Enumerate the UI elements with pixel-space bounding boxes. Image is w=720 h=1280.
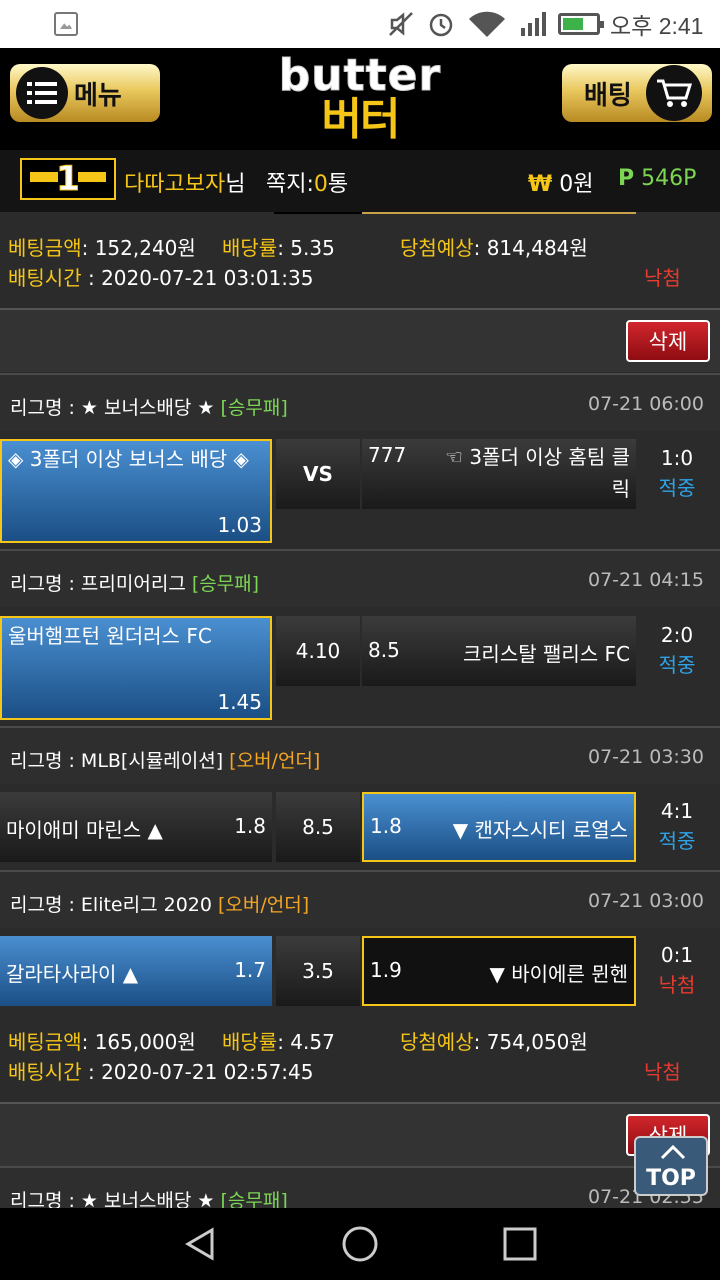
balance[interactable]: ₩ 0원: [528, 166, 594, 198]
android-nav-bar: [0, 1208, 720, 1280]
recents-icon[interactable]: [502, 1226, 538, 1262]
betslip-button[interactable]: 배팅: [562, 64, 712, 122]
handicap-cell: 3.5: [276, 936, 360, 1006]
logo[interactable]: butter 버터: [272, 53, 448, 144]
app-header: 메뉴 butter 버터 배팅: [0, 48, 720, 150]
status-bar: 오후 2:41: [0, 0, 720, 48]
league-header: 리그명 : ★ 보너스배당 ★ [승무패] 07-21 06:00: [0, 373, 720, 431]
rank-badge: 1: [20, 158, 116, 200]
bet-result: 낙첨: [644, 266, 681, 290]
chevron-up-icon: [660, 1144, 686, 1160]
home-team-cell[interactable]: 갈라타사라이 ▲ 1.7: [0, 936, 272, 1006]
mute-icon: [386, 9, 416, 39]
back-icon[interactable]: [182, 1226, 218, 1262]
username[interactable]: 다따고보자님: [124, 166, 245, 198]
score-box: 0:1 낙첨: [658, 943, 696, 997]
away-team-cell[interactable]: 8.5 크리스탈 팰리스 FC: [362, 616, 636, 686]
scroll-top-button[interactable]: TOP: [634, 1136, 708, 1196]
bet-summary: 베팅금액: 165,000원 배당률: 4.57 당첨예상: 754,050원 …: [0, 1008, 720, 1104]
league-header: 리그명 : 프리미어리그 [승무패] 07-21 04:15: [0, 549, 720, 607]
away-team-cell[interactable]: 777 ☜ 3폴더 이상 홈팀 클릭: [362, 439, 636, 509]
match-row: ◈ 3폴더 이상 보너스 배당 ◈ 1.03 VS 777 ☜ 3폴더 이상 홈…: [0, 439, 720, 543]
score-box: 2:0 적중: [658, 623, 696, 677]
handicap-cell: 8.5: [276, 792, 360, 862]
won-icon: ₩: [528, 172, 553, 197]
home-team-cell[interactable]: 울버햄프턴 원더러스 FC 1.45: [0, 616, 272, 720]
battery-icon: [558, 13, 604, 35]
bet-result: 낙첨: [644, 1060, 681, 1084]
league-header: 리그명 : MLB[시뮬레이션] [오버/언더] 07-21 03:30: [0, 726, 720, 784]
list-icon: [16, 67, 68, 119]
away-team-cell[interactable]: 1.9 ▼ 바이에른 뮌헨: [362, 936, 636, 1006]
match-row: 갈라타사라이 ▲ 1.7 3.5 1.9 ▼ 바이에른 뮌헨 0:1 낙첨: [0, 936, 720, 1008]
signal-icon: [518, 9, 548, 39]
bet-summary: 베팅금액: 152,240원 배당률: 5.35 당첨예상: 814,484원 …: [0, 214, 720, 310]
gallery-icon: [54, 12, 78, 36]
wifi-icon: [466, 9, 508, 39]
score-box: 4:1 적중: [658, 799, 696, 853]
clock: 오후 2:41: [610, 13, 704, 39]
user-info-bar: 1 다따고보자님 쪽지:0통 ₩ 0원 P 546P: [0, 150, 720, 212]
cart-icon: [645, 65, 702, 121]
delete-button[interactable]: 삭제: [626, 320, 710, 362]
screen: 오후 2:41 메뉴 butter 버터 배팅 1 다따고보자님 쪽지:0통 ₩…: [0, 0, 720, 1280]
alarm-icon: [426, 9, 456, 39]
menu-button[interactable]: 메뉴: [10, 64, 160, 122]
delete-row: 삭제: [0, 1102, 720, 1166]
draw-cell[interactable]: 4.10: [276, 616, 360, 686]
away-team-cell[interactable]: 1.8 ▼ 캔자스시티 로열스: [362, 792, 636, 862]
delete-row: 삭제: [0, 308, 720, 372]
home-team-cell[interactable]: 마이애미 마린스 ▲ 1.8: [0, 792, 272, 862]
league-header: 리그명 : Elite리그 2020 [오버/언더] 07-21 03:00: [0, 870, 720, 928]
match-row: 마이애미 마린스 ▲ 1.8 8.5 1.8 ▼ 캔자스시티 로열스 4:1 적…: [0, 792, 720, 864]
home-icon[interactable]: [341, 1225, 379, 1263]
vs-cell: VS: [276, 439, 360, 509]
messages-link[interactable]: 쪽지:0통: [266, 166, 348, 198]
score-box: 1:0 적중: [658, 446, 696, 500]
match-row: 울버햄프턴 원더러스 FC 1.45 4.10 8.5 크리스탈 팰리스 FC …: [0, 616, 720, 720]
point-icon: P: [618, 166, 635, 191]
home-team-cell[interactable]: ◈ 3폴더 이상 보너스 배당 ◈ 1.03: [0, 439, 272, 543]
points[interactable]: P 546P: [618, 166, 696, 191]
menu-label: 메뉴: [74, 80, 122, 111]
betslip-label: 배팅: [584, 80, 632, 111]
